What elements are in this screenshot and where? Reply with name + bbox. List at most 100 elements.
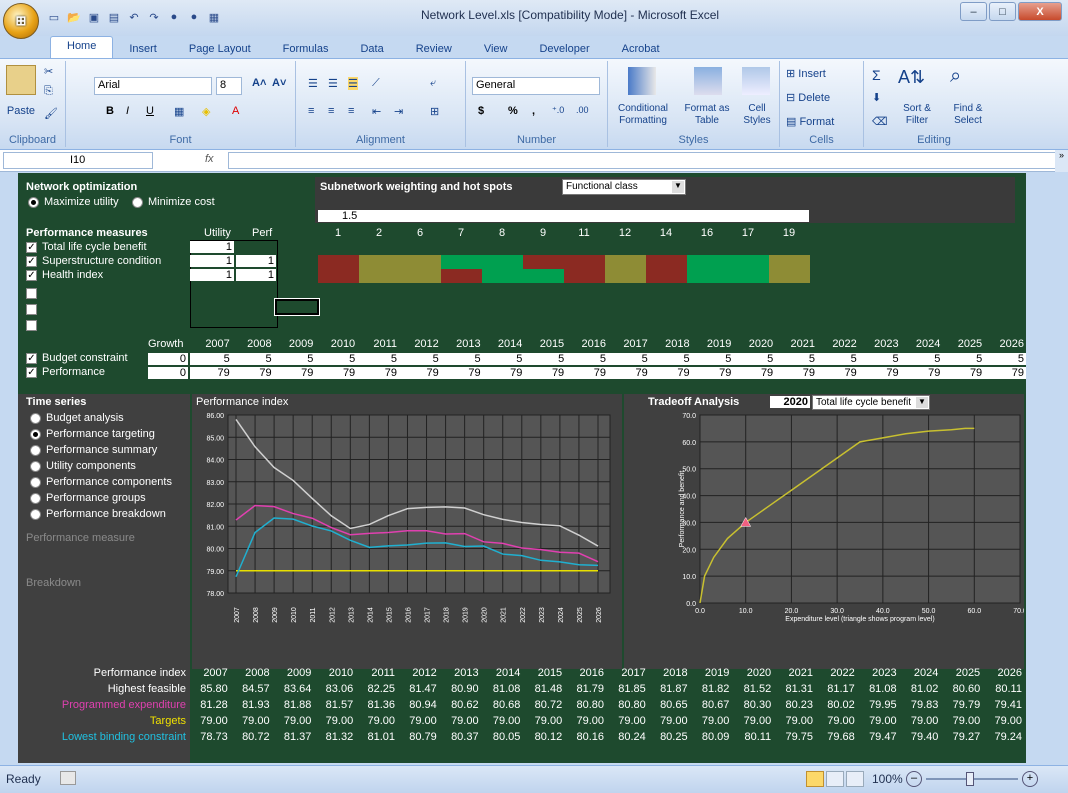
measure-utility-cell[interactable]: 1 [190, 269, 234, 281]
merge-icon[interactable]: ⊞ [430, 105, 439, 118]
performance-cell[interactable]: 79 [273, 367, 316, 379]
align-middle-icon[interactable]: ☰ [328, 77, 338, 90]
font-color-icon[interactable]: A [232, 105, 239, 117]
formula-input[interactable] [228, 152, 1058, 169]
maximize-radio[interactable] [28, 197, 39, 208]
align-center-icon[interactable]: ≡ [328, 105, 334, 117]
tab-review[interactable]: Review [400, 40, 468, 58]
measure-checkbox[interactable] [26, 320, 37, 331]
budget-checkbox[interactable]: ✓ [26, 353, 37, 364]
increase-decimal-icon[interactable]: ⁺.0 [552, 105, 564, 116]
tab-home[interactable]: Home [50, 36, 114, 58]
weight-cell[interactable]: 1.5 [318, 210, 358, 222]
orientation-icon[interactable]: ⟋ [372, 77, 380, 90]
measure-perf-cell[interactable]: 1 [236, 255, 276, 267]
expand-formula-icon[interactable]: » [1055, 150, 1068, 172]
paste-icon[interactable]: ▦ [206, 9, 222, 25]
budget-cell[interactable]: 5 [733, 353, 776, 365]
budget-cell[interactable]: 5 [231, 353, 274, 365]
new-icon[interactable]: ▭ [46, 9, 62, 25]
performance-cell[interactable]: 79 [524, 367, 567, 379]
performance-cell[interactable]: 79 [775, 367, 817, 379]
redo-icon[interactable]: ↷ [146, 9, 162, 25]
functional-class-select[interactable]: Functional class ▼ [562, 179, 686, 195]
measure-perf-cell[interactable] [236, 241, 276, 253]
underline-button[interactable]: U [146, 105, 154, 117]
insert-button[interactable]: ⊞ Insert [786, 67, 826, 80]
font-size-input[interactable]: 8 [216, 77, 242, 95]
zoom-thumb[interactable] [966, 772, 974, 786]
measure-checkbox[interactable]: ✓ [26, 242, 37, 253]
measure-checkbox[interactable]: ✓ [26, 256, 37, 267]
undo-icon[interactable]: ↶ [126, 9, 142, 25]
zoom-out-icon[interactable]: – [906, 771, 922, 787]
performance-cell[interactable]: 79 [691, 367, 734, 379]
align-bottom-icon[interactable]: ☰ [348, 77, 358, 90]
zoom-in-icon[interactable]: + [1022, 771, 1038, 787]
format-painter-icon[interactable]: 🖌 [44, 107, 58, 120]
office-button[interactable]: ⊞ [3, 3, 39, 39]
time-series-radio[interactable] [30, 413, 41, 424]
measure-perf-cell[interactable]: 1 [236, 269, 276, 281]
performance-cell[interactable]: 79 [315, 367, 358, 379]
performance-cell[interactable]: 79 [190, 367, 232, 379]
format-as-table-button[interactable]: Format as Table [676, 103, 738, 127]
fill-color-icon[interactable]: ◈ [202, 105, 210, 118]
page-layout-icon[interactable] [826, 771, 844, 787]
budget-cell[interactable]: 5 [482, 353, 525, 365]
budget-cell[interactable]: 5 [817, 353, 859, 365]
performance-growth-cell[interactable]: 0 [148, 367, 188, 379]
budget-cell[interactable]: 5 [399, 353, 441, 365]
clear-icon[interactable]: ⌫ [872, 115, 888, 128]
autosum-icon[interactable]: Σ [872, 67, 881, 83]
borders-icon[interactable]: ▦ [174, 105, 184, 118]
fill-icon[interactable]: ⬇ [872, 91, 881, 104]
decrease-decimal-icon[interactable]: .00 [576, 105, 589, 115]
performance-cell[interactable]: 79 [942, 367, 985, 379]
name-box[interactable]: I10 [3, 152, 153, 169]
page-break-icon[interactable] [846, 771, 864, 787]
budget-cell[interactable]: 5 [900, 353, 943, 365]
italic-button[interactable]: I [126, 105, 129, 117]
paste-button[interactable]: Paste [4, 105, 38, 117]
currency-button[interactable]: $ [478, 105, 484, 117]
performance-cell[interactable]: 79 [858, 367, 901, 379]
performance-checkbox[interactable]: ✓ [26, 367, 37, 378]
tab-page-layout[interactable]: Page Layout [173, 40, 267, 58]
time-series-radio[interactable] [30, 493, 41, 504]
open-icon[interactable]: 📂 [66, 9, 82, 25]
grow-font-icon[interactable]: A˄ [252, 77, 266, 89]
tab-developer[interactable]: Developer [523, 40, 605, 58]
format-button[interactable]: ▤ Format [786, 115, 834, 128]
budget-cell[interactable]: 5 [775, 353, 817, 365]
minimize-button[interactable]: – [960, 2, 987, 21]
delete-button[interactable]: ⊟ Delete [786, 91, 830, 104]
tab-view[interactable]: View [468, 40, 524, 58]
performance-cell[interactable]: 79 [649, 367, 692, 379]
tab-formulas[interactable]: Formulas [267, 40, 345, 58]
budget-cell[interactable]: 5 [608, 353, 650, 365]
bold-button[interactable]: B [106, 105, 114, 117]
align-right-icon[interactable]: ≡ [348, 105, 354, 117]
comma-button[interactable]: , [532, 105, 535, 117]
performance-cell[interactable]: 79 [440, 367, 483, 379]
budget-cell[interactable]: 5 [942, 353, 985, 365]
budget-cell[interactable]: 5 [524, 353, 567, 365]
time-series-radio[interactable] [30, 445, 41, 456]
budget-cell[interactable]: 5 [190, 353, 232, 365]
copy-icon[interactable]: ⎘ [44, 85, 53, 98]
performance-cell[interactable]: 79 [900, 367, 943, 379]
tab-insert[interactable]: Insert [113, 40, 173, 58]
selected-cell[interactable] [274, 298, 320, 316]
cell-styles-button[interactable]: Cell Styles [738, 103, 776, 127]
measure-checkbox[interactable] [26, 288, 37, 299]
tab-acrobat[interactable]: Acrobat [606, 40, 676, 58]
close-button[interactable]: X [1018, 2, 1062, 21]
tradeoff-year-cell[interactable]: 2020 [770, 396, 810, 408]
time-series-radio[interactable] [30, 429, 41, 440]
measure-utility-cell[interactable]: 1 [190, 255, 234, 267]
performance-cell[interactable]: 79 [566, 367, 608, 379]
increase-indent-icon[interactable]: ⇥ [394, 105, 403, 118]
tab-data[interactable]: Data [344, 40, 399, 58]
budget-cell[interactable]: 5 [357, 353, 399, 365]
